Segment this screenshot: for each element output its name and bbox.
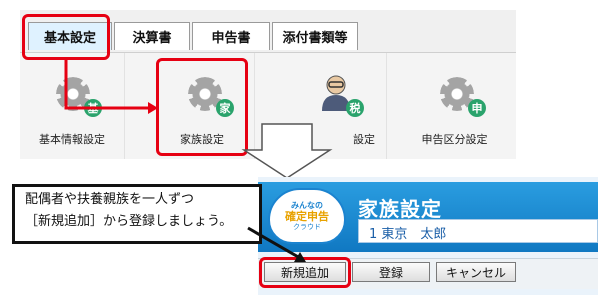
callout-arrow-icon: [247, 226, 306, 262]
